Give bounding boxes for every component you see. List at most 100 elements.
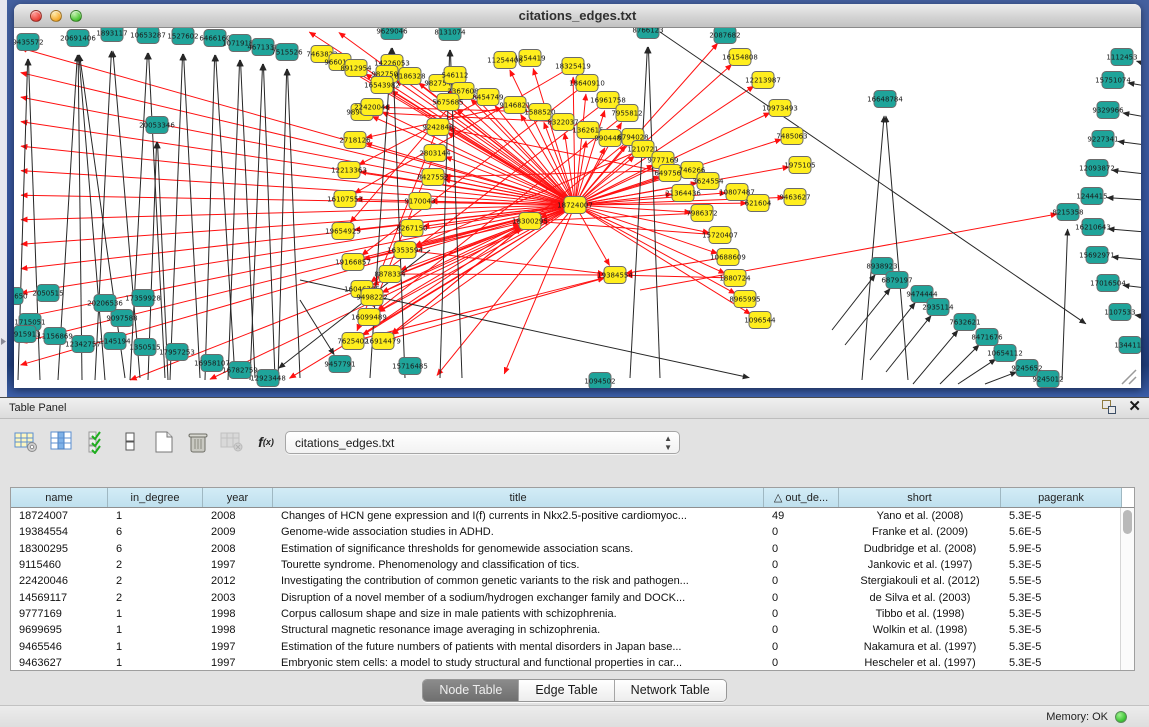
graph-node[interactable]: 10654112 [987, 345, 1023, 362]
graph-node[interactable]: 10688609 [710, 249, 746, 266]
new-table-icon[interactable] [150, 429, 178, 455]
cell-name[interactable]: 18724007 [11, 510, 108, 522]
cell-short[interactable]: Franke et al. (2009) [839, 526, 1001, 538]
cell-title[interactable]: Tourette syndrome. Phenomenology and cla… [273, 559, 764, 571]
edge[interactable] [862, 116, 884, 380]
edge[interactable] [630, 47, 647, 378]
column-header-in_degree[interactable]: in_degree [108, 488, 203, 507]
cell-pagerank[interactable]: 5.3E-5 [1001, 559, 1120, 571]
graph-node[interactable]: 1975105 [784, 157, 815, 174]
close-panel-icon[interactable]: ✕ [1128, 400, 1141, 414]
graph-node[interactable]: 1112453 [1106, 49, 1137, 66]
edge[interactable] [985, 372, 1017, 384]
graph-node[interactable]: 8766123 [632, 28, 663, 39]
selected-edge[interactable] [210, 205, 575, 379]
cell-name[interactable]: 18300295 [11, 543, 108, 555]
edge[interactable] [287, 69, 300, 378]
cell-year[interactable]: 2008 [203, 510, 273, 522]
edge[interactable] [1107, 198, 1141, 200]
selected-edge[interactable] [21, 205, 575, 293]
table-vertical-scrollbar[interactable] [1120, 508, 1134, 670]
graph-node[interactable]: 9227341 [1087, 131, 1118, 148]
table-row[interactable]: 1456911722003Disruption of a novel membe… [11, 589, 1120, 605]
graph-node[interactable]: 19384554 [597, 267, 633, 284]
table-row[interactable]: 946554611997Estimation of the future num… [11, 638, 1120, 654]
graph-node[interactable]: 5675685 [432, 94, 463, 111]
graph-node[interactable]: 9242848 [422, 119, 453, 136]
cell-title[interactable]: Embryonic stem cells: a model to study s… [273, 657, 764, 669]
cell-pagerank[interactable]: 5.3E-5 [1001, 592, 1120, 604]
graph-node[interactable]: 9435572 [14, 34, 44, 51]
cell-year[interactable]: 2009 [203, 526, 273, 538]
selected-edge[interactable] [640, 214, 1057, 290]
cell-title[interactable]: Disruption of a novel member of a sodium… [273, 592, 764, 604]
edge[interactable] [80, 55, 125, 378]
cell-out_de[interactable]: 0 [764, 624, 839, 636]
edge[interactable] [1118, 141, 1141, 145]
graph-node[interactable]: 2935114 [922, 299, 954, 316]
graph-node[interactable]: 1107533 [1104, 304, 1135, 321]
cell-year[interactable]: 1998 [203, 608, 273, 620]
graph-node[interactable]: 12093872 [1079, 160, 1115, 177]
cell-name[interactable]: 9463627 [11, 657, 108, 669]
graph-node[interactable]: 1880724 [719, 270, 751, 287]
graph-node[interactable]: 8215358 [1052, 204, 1083, 221]
cell-short[interactable]: Hescheler et al. (1997) [839, 657, 1001, 669]
graph-node[interactable]: 7986372 [686, 205, 717, 222]
graph-node[interactable]: 8965995 [729, 291, 760, 308]
graph-node[interactable]: 17016504 [1090, 275, 1126, 292]
cell-title[interactable]: Changes of HCN gene expression and I(f) … [273, 510, 764, 522]
cell-name[interactable]: 9699695 [11, 624, 108, 636]
cell-title[interactable]: Corpus callosum shape and size in male p… [273, 608, 764, 620]
graph-node[interactable]: 10653287 [130, 28, 166, 44]
cell-out_de[interactable]: 0 [764, 657, 839, 669]
graph-node[interactable]: 19166857 [335, 254, 371, 271]
edge[interactable] [263, 64, 275, 378]
graph-node[interactable]: 7515526 [271, 44, 303, 61]
edge[interactable] [958, 359, 996, 384]
graph-node[interactable]: 20691406 [60, 30, 96, 47]
column-header-year[interactable]: year [203, 488, 273, 507]
graph-node[interactable]: 9498222 [356, 289, 387, 306]
graph-node[interactable]: 546112 [442, 67, 469, 84]
edge[interactable] [278, 69, 287, 380]
cell-short[interactable]: de Silva et al. (2003) [839, 592, 1001, 604]
cell-pagerank[interactable]: 5.3E-5 [1001, 624, 1120, 636]
graph-node[interactable]: 20053346 [139, 117, 175, 134]
graph-node[interactable]: 17957253 [159, 344, 195, 361]
cell-out_de[interactable]: 0 [764, 575, 839, 587]
table-row[interactable]: 969969511998Structural magnetic resonanc… [11, 622, 1120, 638]
graph-node[interactable]: 3624554 [692, 173, 724, 190]
table-row[interactable]: 977716911998Corpus callosum shape and si… [11, 606, 1120, 622]
graph-node[interactable]: 15720407 [702, 227, 738, 244]
edge[interactable] [1062, 229, 1068, 380]
graph-node[interactable]: 12213987 [745, 72, 781, 89]
table-row[interactable]: 2242004622012Investigating the contribut… [11, 573, 1120, 589]
delete-rows-icon[interactable] [184, 429, 212, 455]
graph-node[interactable]: 7625402 [337, 333, 368, 350]
table-settings-icon[interactable] [12, 429, 40, 455]
graph-node[interactable]: 9329966 [1092, 102, 1124, 119]
graph-node[interactable]: 9170043 [404, 193, 435, 210]
cell-out_de[interactable]: 49 [764, 510, 839, 522]
graph-node[interactable]: 8912954 [340, 60, 372, 77]
cell-name[interactable]: 19384554 [11, 526, 108, 538]
graph-node[interactable]: 1145194 [99, 333, 131, 350]
graph-node[interactable]: 7632621 [949, 314, 980, 331]
graph-node[interactable]: 15716485 [392, 358, 428, 375]
selected-edge[interactable] [405, 250, 604, 274]
network-window-titlebar[interactable]: citations_edges.txt [14, 4, 1141, 28]
graph-node[interactable]: 2530650 [14, 288, 28, 305]
graph-node[interactable]: 6879197 [881, 272, 912, 289]
column-header-out_de[interactable]: △ out_de... [764, 488, 839, 507]
cell-in_degree[interactable]: 6 [108, 526, 203, 538]
cell-out_de[interactable]: 0 [764, 608, 839, 620]
cell-year[interactable]: 1997 [203, 657, 273, 669]
table-row[interactable]: 1938455462009Genome-wide association stu… [11, 524, 1120, 540]
cell-year[interactable]: 1998 [203, 624, 273, 636]
graph-node[interactable]: 7485063 [776, 128, 807, 145]
cell-in_degree[interactable]: 1 [108, 608, 203, 620]
cell-out_de[interactable]: 0 [764, 641, 839, 653]
column-header-name[interactable]: name [11, 488, 108, 507]
cell-name[interactable]: 9115460 [11, 559, 108, 571]
